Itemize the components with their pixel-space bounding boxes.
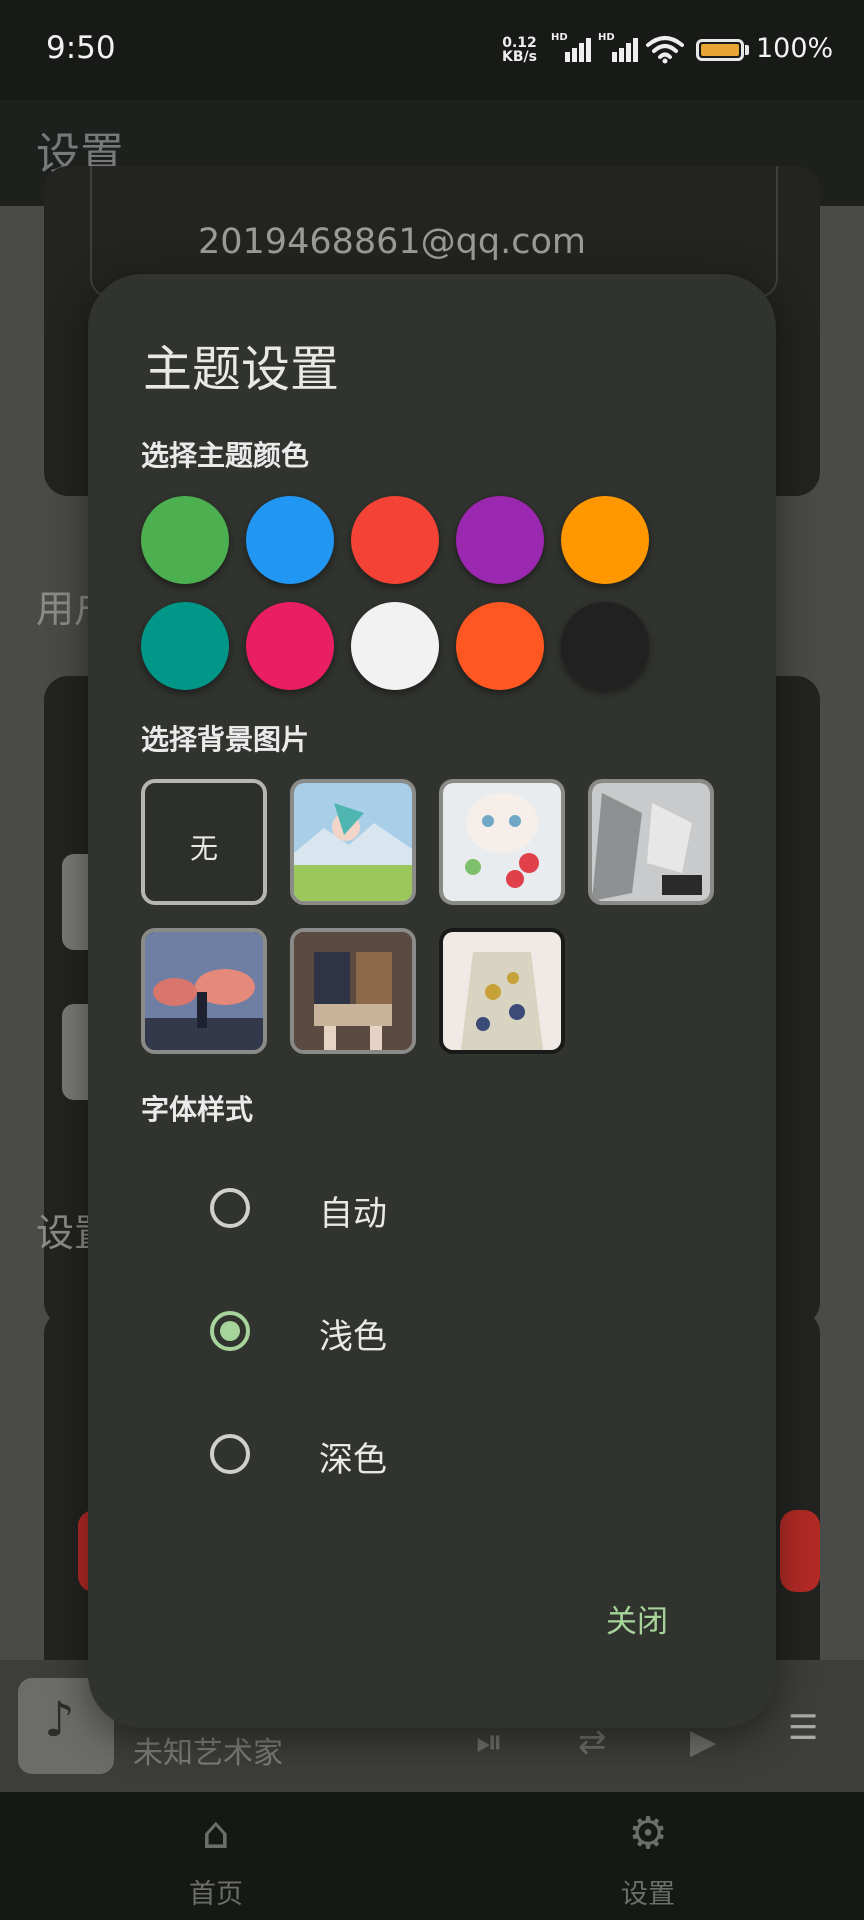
background-thumb-3[interactable] bbox=[588, 779, 714, 905]
nav-label-home: 首页 bbox=[189, 1879, 243, 1910]
hd-label: HD bbox=[551, 32, 568, 43]
font-option-auto[interactable]: 自动 bbox=[88, 1164, 776, 1254]
network-speed: 0.12 KB/s bbox=[502, 36, 537, 64]
background-thumb-4[interactable] bbox=[141, 928, 267, 1054]
background-none-label: 无 bbox=[189, 832, 218, 865]
radio-dark[interactable] bbox=[210, 1434, 250, 1474]
background-thumb-5[interactable] bbox=[290, 928, 416, 1054]
status-bar: 9:50 0.12 KB/s HD HD 100% bbox=[0, 0, 864, 100]
nav-item-settings[interactable]: ⚙ 设置 bbox=[548, 1792, 748, 1920]
theme-color-swatch-1[interactable] bbox=[141, 496, 229, 584]
font-section-title: 字体样式 bbox=[141, 1093, 254, 1126]
battery-cap bbox=[745, 45, 749, 55]
font-option-auto-label: 自动 bbox=[319, 1194, 387, 1234]
radio-light[interactable] bbox=[210, 1311, 250, 1351]
home-icon: ⌂ bbox=[202, 1808, 230, 1859]
bottom-nav: ⌂ 首页 ⚙ 设置 bbox=[0, 1792, 864, 1920]
nav-label-settings: 设置 bbox=[621, 1879, 675, 1910]
theme-settings-dialog: 主题设置 选择主题颜色 选择背景图片 无 字体样式 自动 浅色 深色 关闭 bbox=[88, 274, 776, 1728]
music-note-icon: ♪ bbox=[44, 1692, 75, 1748]
theme-color-swatch-2[interactable] bbox=[246, 496, 334, 584]
theme-color-swatch-9[interactable] bbox=[456, 602, 544, 690]
font-option-light-label: 浅色 bbox=[319, 1317, 387, 1357]
background-thumb-6[interactable] bbox=[439, 928, 565, 1054]
nav-item-home[interactable]: ⌂ 首页 bbox=[116, 1792, 316, 1920]
background-section-title: 选择背景图片 bbox=[141, 723, 310, 756]
theme-color-swatch-6[interactable] bbox=[141, 602, 229, 690]
wifi-icon bbox=[646, 36, 684, 64]
dialog-title: 主题设置 bbox=[143, 341, 340, 398]
battery-icon bbox=[696, 39, 744, 61]
repeat-icon[interactable]: ⇄ bbox=[578, 1722, 607, 1762]
artist-name: 未知艺术家 bbox=[133, 1736, 283, 1771]
background-thumb-2[interactable] bbox=[439, 779, 565, 905]
close-button[interactable]: 关闭 bbox=[606, 1596, 668, 1641]
next-icon[interactable]: ▶ bbox=[690, 1722, 716, 1762]
theme-color-swatch-3[interactable] bbox=[351, 496, 439, 584]
font-option-dark-label: 深色 bbox=[319, 1440, 387, 1480]
signal-icon: HD bbox=[551, 32, 591, 62]
network-speed-value: 0.12 bbox=[502, 35, 537, 51]
signal-icon-2: HD bbox=[598, 32, 638, 62]
background-thumb-1[interactable] bbox=[290, 779, 416, 905]
play-pause-icon[interactable]: ⏯ bbox=[476, 1722, 503, 1762]
color-section-title: 选择主题颜色 bbox=[141, 439, 310, 472]
theme-color-swatch-5[interactable] bbox=[561, 496, 649, 584]
background-none[interactable]: 无 bbox=[141, 779, 267, 905]
theme-color-swatch-8[interactable] bbox=[351, 602, 439, 690]
font-option-light[interactable]: 浅色 bbox=[88, 1287, 776, 1377]
battery-percent: 100% bbox=[756, 33, 834, 64]
theme-color-swatch-10[interactable] bbox=[561, 602, 649, 690]
status-time: 9:50 bbox=[46, 30, 116, 66]
network-speed-unit: KB/s bbox=[502, 49, 537, 65]
radio-auto[interactable] bbox=[210, 1188, 250, 1228]
font-option-dark[interactable]: 深色 bbox=[88, 1410, 776, 1500]
theme-color-swatch-4[interactable] bbox=[456, 496, 544, 584]
red-button-right bbox=[780, 1510, 820, 1592]
theme-color-swatch-7[interactable] bbox=[246, 602, 334, 690]
hd-label-2: HD bbox=[598, 32, 615, 43]
gear-icon: ⚙ bbox=[628, 1808, 668, 1859]
playlist-icon[interactable]: ☰ bbox=[788, 1708, 818, 1748]
email-text: 2019468861@qq.com bbox=[198, 222, 586, 262]
